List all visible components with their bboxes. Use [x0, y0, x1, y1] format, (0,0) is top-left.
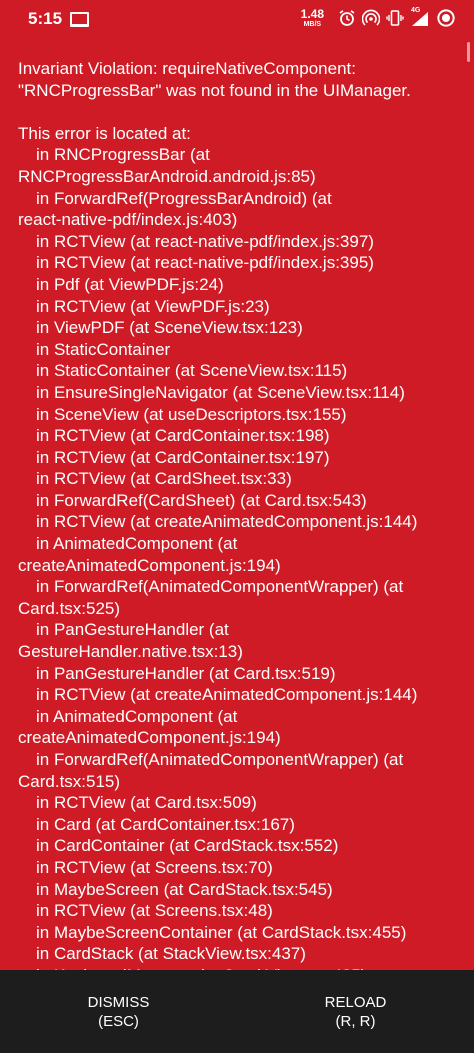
redbox-error-screen: 5:15 1.48 MB/S 4G Invariant Violation: r…	[0, 0, 474, 1053]
stack-line: in ForwardRef(CardSheet) (at Card.tsx:54…	[36, 490, 367, 510]
stack-line: in RCTView (at CardContainer.tsx:198)	[36, 426, 330, 446]
status-bar: 5:15 1.48 MB/S 4G	[0, 0, 474, 36]
stack-line: in CardContainer (at CardStack.tsx:552)	[36, 836, 339, 856]
stack-line: in ForwardRef(AnimatedComponentWrapper) …	[36, 750, 404, 769]
stack-line: in ForwardRef(ProgressBarAndroid) (at	[36, 188, 332, 208]
network-speed-unit: MB/S	[303, 21, 322, 28]
signal-strength-icon: 4G	[410, 7, 430, 27]
alarm-icon	[339, 10, 355, 26]
stack-line: in RCTView (at createAnimatedComponent.j…	[36, 685, 418, 705]
reload-shortcut: (R, R)	[335, 1012, 376, 1030]
dismiss-label: DISMISS	[87, 993, 150, 1011]
hotspot-icon	[362, 9, 380, 26]
stack-line: createAnimatedComponent.js:194)	[18, 555, 281, 575]
stack-line: in RCTView (at react-native-pdf/index.js…	[36, 253, 374, 273]
stack-line: RNCProgressBarAndroid.android.js:85)	[18, 166, 316, 186]
stack-line: Card.tsx:515)	[18, 771, 121, 791]
vibrate-icon	[386, 10, 404, 26]
stack-line: in RNCProgressBar (at	[36, 145, 210, 165]
error-text: Invariant Violation: requireNativeCompon…	[18, 58, 462, 970]
reload-label: RELOAD	[324, 993, 387, 1011]
stack-line: in RCTView (at Screens.tsx:48)	[36, 901, 273, 921]
stack-line: in RCTView (at Screens.tsx:70)	[36, 857, 273, 877]
stack-line: react-native-pdf/index.js:403)	[18, 210, 238, 230]
stack-line: in ForwardRef(AnimatedComponentWrapper) …	[36, 577, 404, 597]
scrollbar[interactable]	[467, 42, 470, 62]
stack-line: in MaybeScreen (at CardStack.tsx:545)	[36, 879, 333, 899]
record-circle-icon	[437, 9, 455, 27]
stack-line: in SceneView (at useDescriptors.tsx:155)	[36, 404, 347, 424]
stack-line: in RCTView (at CardContainer.tsx:197)	[36, 447, 330, 467]
error-title-line: Invariant Violation: requireNativeCompon…	[18, 59, 356, 78]
dismiss-shortcut: (ESC)	[98, 1012, 139, 1030]
stack-line: GestureHandler.native.tsx:13)	[18, 642, 243, 662]
stack-line: in ViewPDF (at SceneView.tsx:123)	[36, 318, 303, 338]
location-header: This error is located at:	[18, 123, 191, 143]
stack-line: in PanGestureHandler (at	[36, 620, 229, 640]
stack-line: in RCTView (at createAnimatedComponent.j…	[36, 512, 418, 532]
network-speed-value: 1.48	[300, 7, 324, 21]
stack-line: in CardStack (at StackView.tsx:437)	[36, 944, 306, 964]
stack-line: createAnimatedComponent.js:194)	[18, 728, 281, 748]
stack-line: in MaybeScreenContainer (at CardStack.ts…	[36, 922, 407, 942]
stack-line: in RCTView (at ViewPDF.js:23)	[36, 296, 270, 316]
network-speed: 1.48 MB/S	[301, 8, 324, 28]
status-icons: 1.48 MB/S 4G	[301, 6, 456, 30]
screen-cast-icon	[70, 12, 89, 27]
stack-line: in StaticContainer (at SceneView.tsx:115…	[36, 361, 348, 381]
reload-button[interactable]: RELOAD (R, R)	[237, 970, 474, 1053]
stack-line: in EnsureSingleNavigator (at SceneView.t…	[36, 382, 405, 402]
stack-line: in RCTView (at CardSheet.tsx:33)	[36, 469, 292, 489]
stack-line: in StaticContainer	[36, 339, 171, 359]
stack-line: Card.tsx:525)	[18, 598, 121, 618]
stack-line: in Pdf (at ViewPDF.js:24)	[36, 274, 224, 294]
stack-line: in AnimatedComponent (at	[36, 706, 238, 726]
stack-line: in AnimatedComponent (at	[36, 534, 238, 554]
error-title-line: "RNCProgressBar" was not found in the UI…	[18, 80, 411, 100]
component-stack: in RNCProgressBar (at RNCProgressBarAndro…	[18, 144, 462, 970]
stack-line: in RCTView (at react-native-pdf/index.js…	[36, 231, 374, 251]
stack-line: in Card (at CardContainer.tsx:167)	[36, 814, 295, 834]
dismiss-button[interactable]: DISMISS (ESC)	[0, 970, 237, 1053]
status-time: 5:15	[28, 9, 63, 28]
stack-line: in PanGestureHandler (at Card.tsx:519)	[36, 663, 336, 683]
action-bar: DISMISS (ESC) RELOAD (R, R)	[0, 970, 474, 1053]
stack-line: in RCTView (at Card.tsx:509)	[36, 793, 257, 813]
error-message-panel[interactable]: Invariant Violation: requireNativeCompon…	[0, 36, 474, 970]
